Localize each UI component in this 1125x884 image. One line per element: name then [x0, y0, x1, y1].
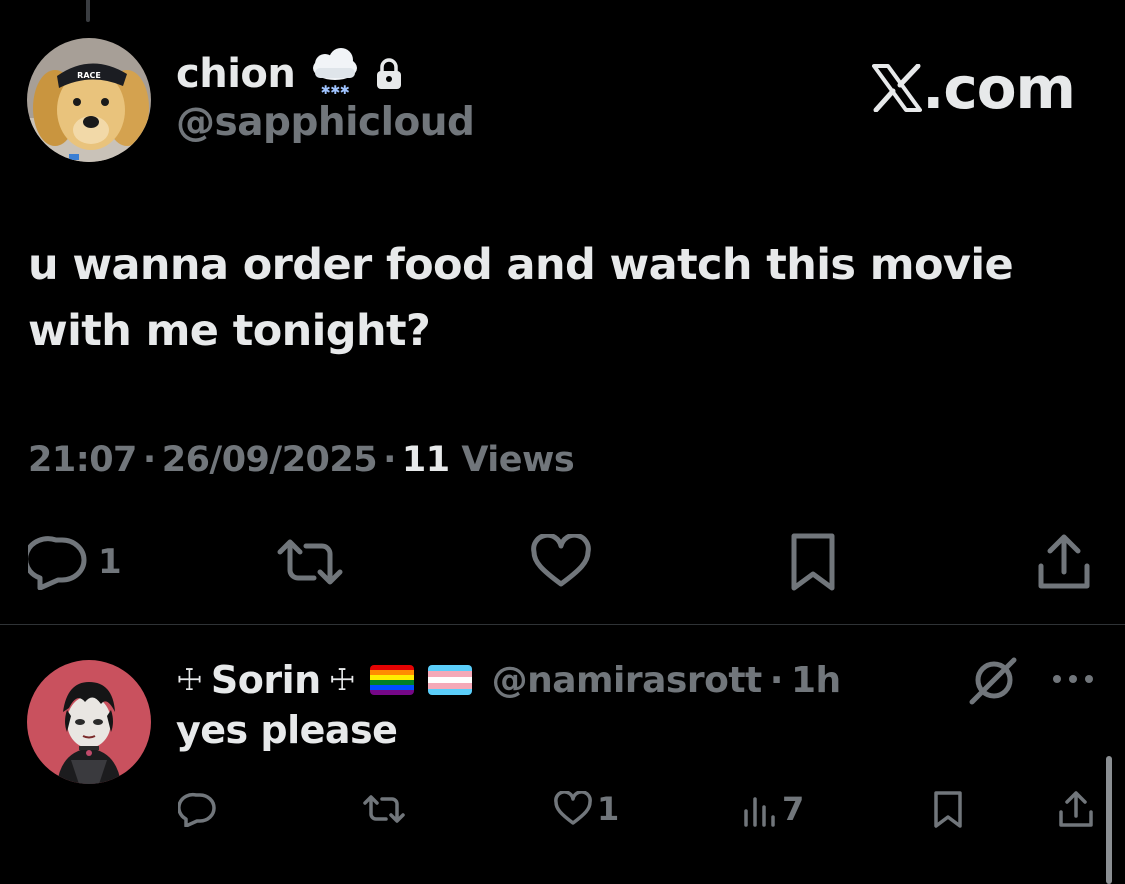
reply-author-name[interactable]: Sorin [211, 658, 321, 702]
reply-icon [178, 792, 216, 827]
reply-author-handle[interactable]: @namirasrott [492, 660, 763, 701]
tweet-meta: 21:07 · 26/09/2025 · 11 Views [28, 440, 575, 480]
like-icon [554, 791, 592, 825]
cross-decoration: ☩ [328, 662, 356, 698]
like-button[interactable] [530, 530, 600, 594]
share-icon [1059, 791, 1093, 827]
watermark-text: .com [922, 54, 1076, 122]
like-icon [531, 534, 591, 587]
grok-icon [969, 657, 1017, 705]
reply-repost-button[interactable] [362, 784, 410, 834]
reply-author-avatar[interactable] [27, 660, 151, 784]
reply-like-button[interactable]: 1 [553, 784, 619, 834]
bookmark-icon [934, 791, 962, 828]
reply-time[interactable]: 1h [791, 660, 841, 701]
reply-share-button[interactable] [1058, 784, 1094, 834]
x-watermark: .com [872, 54, 1076, 122]
reply-header: ☩ Sorin ☩ @namirasrott · 1h [176, 655, 841, 705]
scrollbar-thumb[interactable] [1106, 756, 1112, 884]
rainbow-flag-icon [369, 665, 414, 695]
bookmark-button[interactable] [790, 530, 836, 594]
reply-text: yes please [176, 708, 398, 752]
bookmark-icon [791, 533, 835, 591]
repost-button[interactable] [276, 530, 352, 594]
author-avatar[interactable]: RACE [27, 38, 151, 162]
x-logo-icon [872, 64, 923, 112]
divider [0, 624, 1125, 625]
views-label: Views [461, 440, 575, 480]
reply-analytics-button[interactable]: 7 [742, 784, 804, 834]
dog-avatar-image: RACE [27, 38, 151, 162]
tweet-date[interactable]: 26/09/2025 [162, 440, 378, 480]
reply-button[interactable]: 1 [28, 530, 122, 594]
author-handle[interactable]: @sapphicloud [176, 100, 475, 145]
analytics-icon [744, 797, 775, 827]
author-name-row: chion ✱✱✱ [176, 48, 403, 100]
reply-views-count: 7 [782, 790, 805, 828]
reply-count: 1 [98, 542, 122, 582]
share-icon [1038, 534, 1090, 589]
svg-text:RACE: RACE [77, 71, 101, 80]
svg-text:✱✱✱: ✱✱✱ [321, 83, 350, 97]
reply-reply-button[interactable] [178, 784, 222, 834]
tweet-action-bar: 1 [0, 530, 1125, 594]
grok-button[interactable] [968, 656, 1018, 706]
author-name[interactable]: chion [176, 51, 296, 97]
views-count: 11 [401, 440, 450, 480]
repost-icon [363, 795, 405, 823]
reply-action-bar: 1 7 [0, 784, 1125, 834]
transgender-flag-icon [427, 665, 472, 695]
snow-cloud-icon: ✱✱✱ [313, 48, 358, 97]
tweet-text: u wanna order food and watch this movie … [28, 240, 1014, 356]
reply-bookmark-button[interactable] [932, 784, 964, 834]
share-button[interactable] [1036, 530, 1092, 594]
more-icon [1053, 675, 1093, 683]
reply-icon [28, 536, 87, 590]
tweet-time[interactable]: 21:07 [28, 440, 137, 480]
dot-separator: · [769, 659, 784, 701]
more-options-button[interactable] [1050, 664, 1096, 694]
lock-icon [377, 58, 402, 89]
cross-decoration: ☩ [176, 662, 203, 698]
character-avatar-image [27, 660, 151, 784]
thread-connector-line [86, 0, 90, 22]
reply-like-count: 1 [597, 790, 620, 828]
repost-icon [277, 539, 343, 585]
